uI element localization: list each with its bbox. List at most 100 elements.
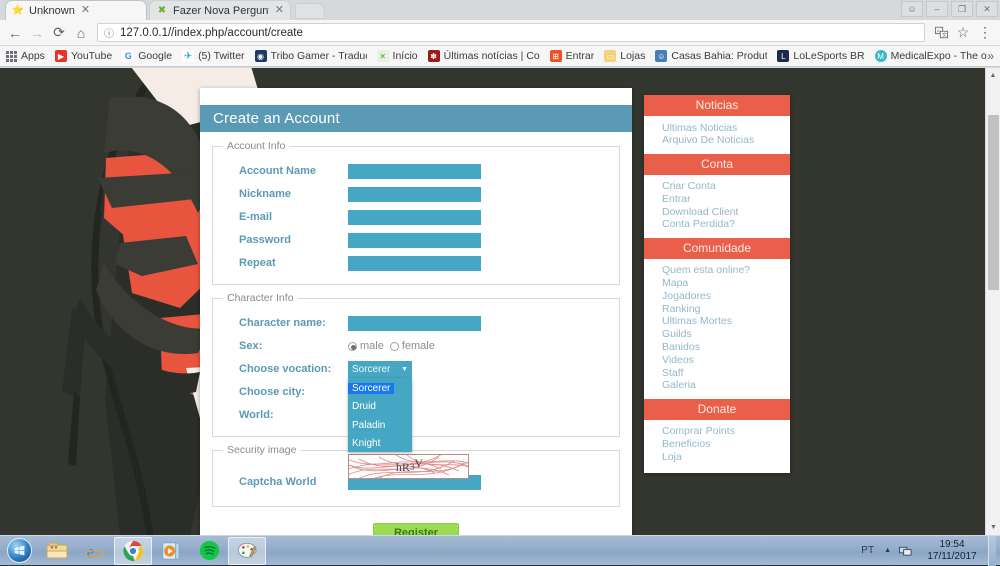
browser-tab-fazer-nova-pergunta[interactable]: ✖ Fazer Nova Pergunta - xT ✕	[150, 1, 290, 20]
bookmark-label: Últimas notícias | Col	[443, 50, 540, 62]
sidebar-item-ranking[interactable]: Ranking	[662, 303, 790, 316]
tab-close-icon[interactable]: ✕	[275, 5, 284, 16]
vocation-option-paladin[interactable]: Paladin	[348, 420, 389, 431]
register-button[interactable]: Register	[372, 523, 460, 535]
chrome-icon	[122, 540, 144, 561]
home-icon[interactable]: ⌂	[70, 22, 92, 44]
sidebar-item-entrar[interactable]: Entrar	[662, 193, 790, 206]
captcha-label: Captcha World	[239, 476, 317, 488]
address-bar[interactable]: ⓘ 127.0.0.1//index.php/account/create	[97, 23, 925, 42]
bookmark-twitter[interactable]: ✈ (5) Twitter	[182, 50, 245, 62]
vocation-option-list[interactable]: Sorcerer Druid Paladin Knight	[348, 377, 412, 452]
sidebar-item-criar-conta[interactable]: Criar Conta	[662, 180, 790, 194]
security-image-legend: Security image	[227, 444, 297, 456]
bookmark-apps[interactable]: Apps	[5, 50, 45, 62]
sidebar-item-mapa[interactable]: Mapa	[662, 277, 790, 291]
sidebar-section-title-noticias: Noticias	[644, 95, 790, 116]
sidebar-item-galeria[interactable]: Galeria	[662, 380, 790, 393]
nickname-input[interactable]	[348, 186, 481, 202]
email-field[interactable]	[348, 209, 481, 225]
new-tab-button[interactable]	[295, 3, 325, 19]
page-scrollbar[interactable]: ▲ ▼	[985, 68, 1000, 535]
bookmark-label: Início	[392, 50, 418, 62]
taskbar-item-spotify[interactable]	[190, 537, 228, 565]
close-icon[interactable]: ✕	[976, 1, 998, 17]
reload-icon[interactable]: ⟳	[48, 22, 70, 44]
sidebar-item-jogadores[interactable]: Jogadores	[662, 290, 790, 303]
apps-grid-icon	[5, 50, 17, 62]
taskbar-item-internet-explorer[interactable]: e	[76, 537, 114, 565]
sex-radio-male[interactable]: male	[348, 340, 384, 352]
maximize-icon[interactable]: ❐	[951, 1, 973, 17]
account-name-label: Account Name	[239, 165, 317, 177]
sidebar-item-comprar-points[interactable]: Comprar Points	[662, 425, 790, 439]
browser-tab-unknown[interactable]: ⭐ Unknown ✕	[6, 1, 146, 20]
vocation-option-knight[interactable]: Knight	[348, 438, 384, 449]
bookmark-star-icon[interactable]: ☆	[952, 22, 974, 44]
sidebar-item-ultimas-noticias[interactable]: Ultimas Noticias	[662, 122, 790, 135]
account-name-input[interactable]	[348, 163, 481, 179]
start-button[interactable]	[0, 537, 38, 565]
repeat-password-field[interactable]	[348, 255, 481, 271]
bookmark-entrar[interactable]: ⊞ Entrar	[549, 50, 594, 62]
field-row-email: E-mail	[223, 206, 609, 228]
bookmark-youtube[interactable]: ▶ YouTube	[54, 50, 112, 62]
password-field[interactable]	[348, 232, 481, 248]
taskbar-item-paint[interactable]	[228, 536, 266, 565]
taskbar-item-media-player[interactable]	[152, 537, 190, 565]
back-icon[interactable]: ←	[4, 22, 26, 44]
microsoft-icon: ⊞	[549, 50, 562, 62]
vocation-select[interactable]: Sorcerer ▼	[348, 360, 412, 378]
bookmark-google[interactable]: G Google	[122, 50, 172, 62]
translate-icon[interactable]: A 文	[930, 22, 952, 44]
sidebar-item-ultimas-mortes[interactable]: Ultimas Mortes	[662, 316, 790, 329]
bookmark-tribo-gamer[interactable]: ◉ Tribo Gamer - Traduç	[254, 50, 367, 62]
show-desktop-button[interactable]	[988, 535, 996, 566]
bookmark-inicio[interactable]: ✕ Início	[376, 50, 418, 62]
bookmark-label: Google	[138, 50, 173, 62]
sidebar-item-quem-esta-online[interactable]: Quem esta online?	[662, 264, 790, 278]
forward-icon[interactable]: →	[26, 22, 48, 44]
site-info-icon[interactable]: ⓘ	[104, 25, 114, 40]
bookmark-label: Lojas	[620, 50, 646, 62]
media-player-icon	[162, 541, 180, 560]
sidebar-item-guilds[interactable]: Guilds	[662, 328, 790, 342]
sidebar-item-loja[interactable]: Loja	[662, 451, 790, 464]
language-indicator[interactable]: PT	[861, 545, 874, 556]
bookmark-lojas[interactable]: ▭ Lojas	[604, 50, 645, 62]
spotify-icon	[199, 540, 219, 561]
tab-title: Fazer Nova Pergunta - xT	[173, 4, 269, 17]
profile-icon[interactable]: ☺	[901, 1, 923, 17]
sex-radio-female[interactable]: female	[389, 340, 435, 352]
bookmark-casas-bahia[interactable]: ☺ Casas Bahia: Produto	[655, 50, 767, 62]
star-favicon: ⭐	[11, 4, 25, 16]
tab-close-icon[interactable]: ✕	[81, 5, 90, 16]
sidebar-item-arquivo-de-noticias[interactable]: Arquivo De Noticias	[662, 134, 790, 148]
bookmark-ultimas-noticias[interactable]: ✽ Últimas notícias | Col	[427, 50, 540, 62]
network-icon[interactable]	[899, 545, 912, 557]
vocation-option-sorcerer[interactable]: Sorcerer	[348, 382, 395, 394]
sidebar-item-download-client[interactable]: Download Client	[662, 206, 790, 219]
taskbar-item-explorer[interactable]	[38, 537, 76, 565]
bookmark-lolesports[interactable]: L LoLeSports BR	[777, 50, 865, 62]
repeat-password-label: Repeat	[239, 257, 276, 269]
minimize-icon[interactable]: –	[926, 1, 948, 17]
character-name-input[interactable]	[348, 315, 481, 331]
chrome-menu-icon[interactable]: ⋮	[974, 22, 996, 44]
sidebar-item-videos[interactable]: Videos	[662, 354, 790, 367]
card-body: Account Info Account Name Nickname E-mai…	[200, 132, 632, 507]
bookmarks-overflow-icon[interactable]: »	[987, 49, 994, 63]
scrollbar-thumb[interactable]	[988, 115, 999, 290]
bookmark-label: Tribo Gamer - Traduç	[270, 50, 367, 62]
sidebar-item-staff[interactable]: Staff	[662, 367, 790, 380]
taskbar-item-google-chrome[interactable]	[114, 536, 152, 565]
vocation-option-druid[interactable]: Druid	[348, 401, 380, 412]
show-hidden-icons-arrow[interactable]: ▲	[884, 547, 891, 554]
sidebar-item-beneficios[interactable]: Beneficios	[662, 438, 790, 452]
sidebar-item-conta-perdida[interactable]: Conta Perdida?	[662, 219, 790, 232]
taskbar-clock[interactable]: 19:54 17/11/2017	[920, 539, 984, 563]
scroll-up-arrow-icon[interactable]: ▲	[986, 68, 1000, 83]
sidebar-item-banidos[interactable]: Banidos	[662, 341, 790, 355]
bookmark-medicalexpo[interactable]: M MedicalExpo - The on	[874, 50, 987, 62]
scroll-down-arrow-icon[interactable]: ▼	[986, 520, 1000, 535]
